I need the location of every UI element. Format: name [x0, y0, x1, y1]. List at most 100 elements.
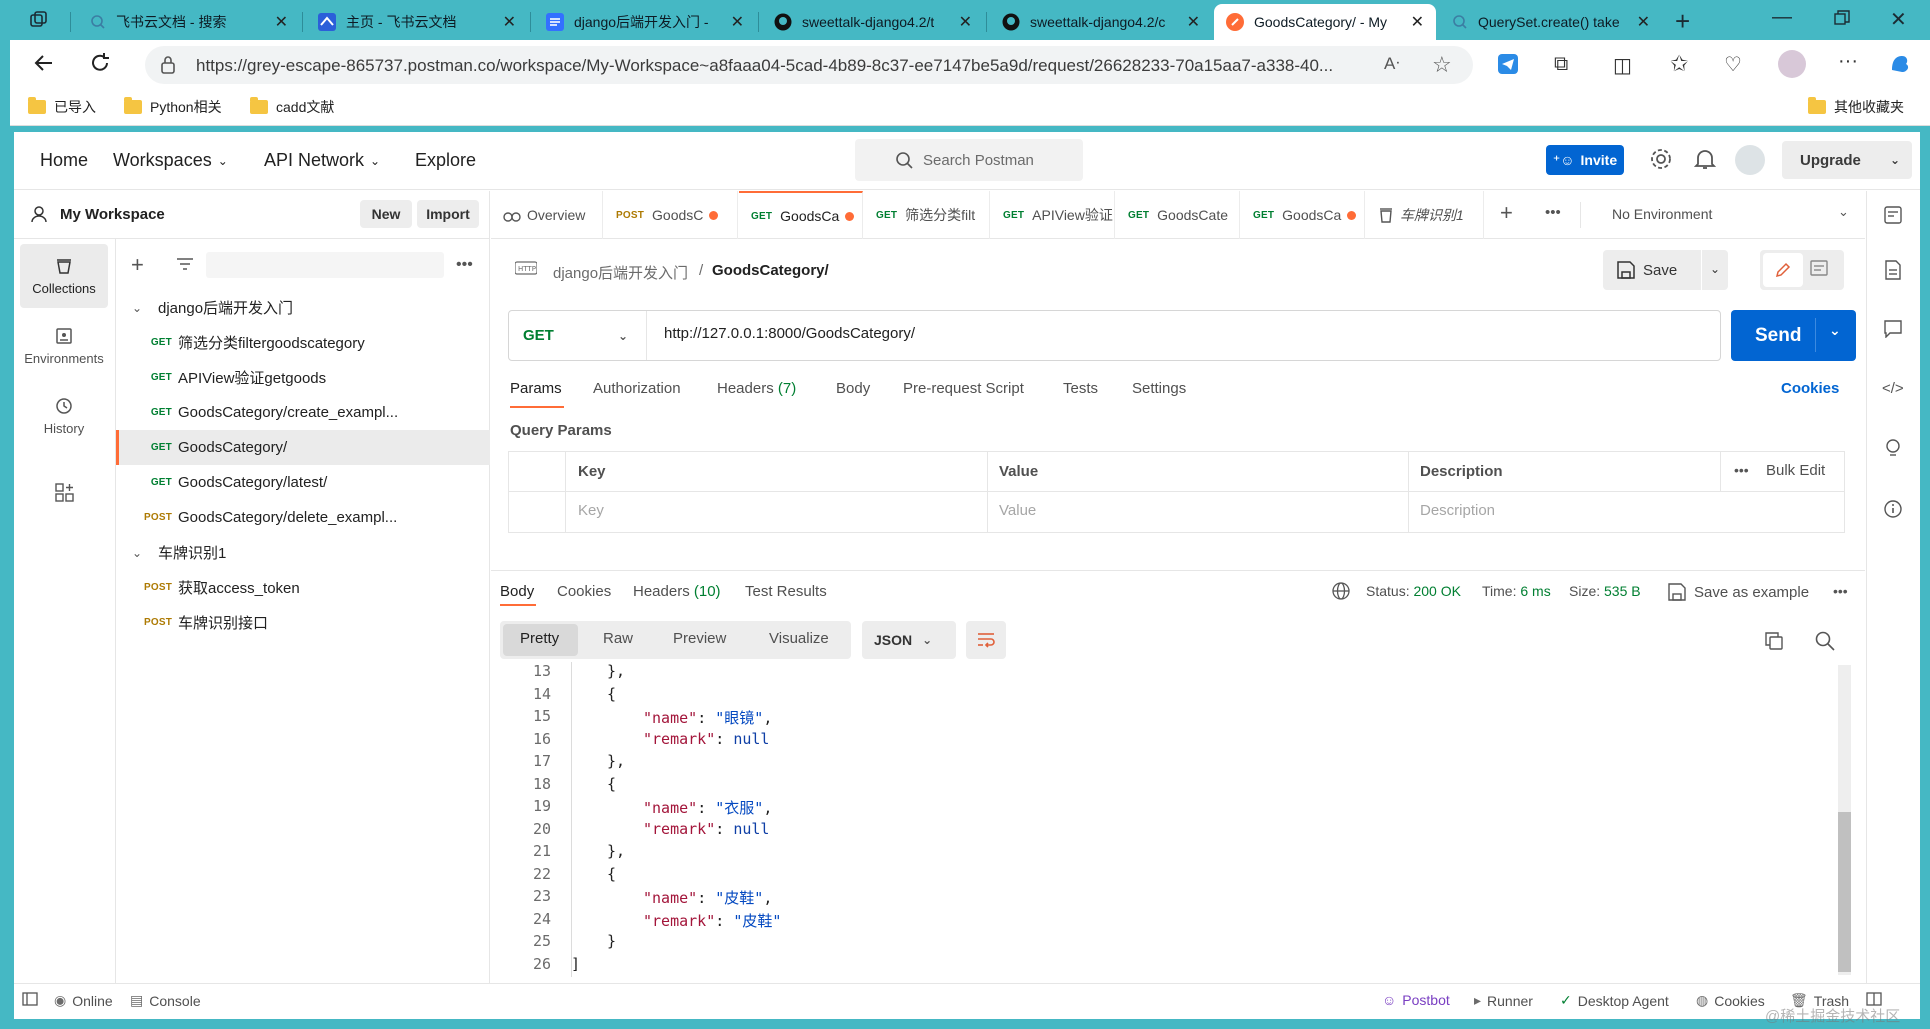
value-input[interactable]: Value — [999, 502, 1036, 519]
comments-icon[interactable] — [1884, 320, 1902, 338]
new-request-tab-icon[interactable]: + — [1500, 200, 1513, 226]
bookmark-folder-1[interactable]: Python相关 — [124, 97, 222, 117]
code-snippet-icon[interactable]: </> — [1882, 380, 1904, 397]
extensions-icon[interactable]: ⧉ — [1554, 53, 1568, 76]
scrollbar-thumb[interactable] — [1838, 812, 1851, 972]
cookies-button[interactable]: ◍ Cookies — [1696, 992, 1765, 1009]
notifications-bell-icon[interactable] — [1694, 147, 1716, 171]
close-icon[interactable]: ✕ — [1637, 12, 1650, 32]
bookmark-folder-2[interactable]: cadd文献 — [250, 97, 334, 117]
response-tab-test-results[interactable]: Test Results — [745, 583, 827, 600]
close-icon[interactable]: ✕ — [1187, 12, 1200, 32]
response-body-code[interactable]: 13}, 14 {15 "name": "眼镜", 16 "remark": null 17… — [491, 662, 1851, 982]
minimize-icon[interactable]: — — [1772, 6, 1792, 29]
browser-tab-0[interactable]: 飞书云文档 - 搜索 ✕ — [78, 4, 300, 40]
tab-options-icon[interactable]: ••• — [1545, 204, 1561, 221]
request-tab[interactable]: GET 筛选分类filt — [864, 191, 990, 239]
tab-pre-request-script[interactable]: Pre-request Script — [903, 380, 1024, 397]
chevron-down-icon[interactable]: ⌄ — [1838, 204, 1849, 220]
request-tab[interactable]: GET GoodsCa — [1241, 191, 1365, 239]
environment-selector[interactable]: No Environment — [1612, 206, 1712, 222]
restore-icon[interactable] — [1834, 10, 1850, 26]
request-item[interactable]: POST 车牌识别接口 — [116, 605, 490, 640]
more-actions-icon[interactable]: ••• — [456, 256, 473, 274]
search-postman[interactable]: Search Postman — [855, 139, 1083, 181]
key-input[interactable]: Key — [578, 502, 604, 519]
upgrade-button[interactable]: Upgrade ⌄ — [1782, 141, 1912, 179]
response-tab-cookies[interactable]: Cookies — [557, 583, 611, 600]
invite-button[interactable]: ⁺☺ Invite — [1546, 145, 1624, 175]
response-size[interactable]: Size: 535 B — [1569, 583, 1641, 599]
column-options-icon[interactable]: ••• — [1734, 462, 1749, 478]
console-button[interactable]: ▤ Console — [130, 992, 201, 1009]
response-more-icon[interactable]: ••• — [1833, 583, 1848, 599]
send-button[interactable]: Send ⌄ — [1731, 310, 1856, 361]
save-as-example-button[interactable]: Save as example — [1668, 583, 1809, 601]
breadcrumb-collection[interactable]: django后端开发入门 — [553, 262, 688, 283]
request-tab-active[interactable]: GET GoodsCa — [739, 191, 863, 239]
desktop-agent-button[interactable]: ✓ Desktop Agent — [1560, 992, 1669, 1009]
tab-actions-icon[interactable] — [28, 9, 50, 31]
documentation-icon[interactable] — [1885, 260, 1901, 280]
globe-icon[interactable] — [1332, 582, 1350, 600]
toggle-sidebar-icon[interactable] — [22, 992, 38, 1006]
ribbon-history[interactable]: History — [20, 384, 108, 448]
online-status[interactable]: ◉ Online — [54, 992, 113, 1009]
description-input[interactable]: Description — [1420, 502, 1495, 519]
close-icon[interactable]: ✕ — [275, 12, 288, 32]
close-icon[interactable]: ✕ — [731, 12, 744, 32]
copilot-icon[interactable] — [1888, 52, 1912, 76]
request-tab[interactable]: POST GoodsC — [604, 191, 738, 239]
new-button[interactable]: New — [360, 200, 412, 228]
request-url-input[interactable]: http://127.0.0.1:8000/GoodsCategory/ — [664, 325, 915, 342]
info-icon[interactable] — [1884, 500, 1902, 518]
request-tab[interactable]: GET APIView验证 — [991, 191, 1115, 239]
browser-tab-5[interactable]: GoodsCategory/ - My ✕ — [1214, 4, 1436, 40]
tab-params[interactable]: Params — [510, 380, 562, 397]
close-icon[interactable]: ✕ — [1411, 12, 1424, 32]
user-avatar[interactable] — [1735, 145, 1765, 175]
collection-folder[interactable]: ⌄ 车牌识别1 — [116, 535, 490, 570]
refresh-icon[interactable] — [88, 51, 112, 75]
tab-headers[interactable]: Headers (7) — [717, 380, 796, 397]
telegram-extension-icon[interactable] — [1498, 54, 1518, 74]
configure-sidebar-icon[interactable] — [55, 483, 75, 503]
tab-settings[interactable]: Settings — [1132, 380, 1186, 397]
copy-icon[interactable] — [1765, 632, 1783, 650]
response-status[interactable]: Status: 200 OK — [1366, 583, 1461, 599]
tab-body[interactable]: Body — [836, 380, 870, 397]
new-tab-icon[interactable]: + — [1675, 6, 1690, 37]
nav-explore[interactable]: Explore — [415, 150, 476, 171]
nav-api-network[interactable]: API Network ⌄ — [264, 150, 380, 171]
bookmark-folder-0[interactable]: 已导入 — [28, 97, 96, 117]
format-visualize[interactable]: Visualize — [769, 630, 829, 647]
request-item[interactable]: GET APIView验证getgoods — [116, 360, 490, 395]
save-button[interactable]: Save — [1603, 250, 1701, 290]
url-text[interactable]: https://grey-escape-865737.postman.co/wo… — [196, 56, 1366, 76]
response-tab-headers[interactable]: Headers (10) — [633, 583, 721, 600]
tab-tests[interactable]: Tests — [1063, 380, 1098, 397]
favorite-star-icon[interactable]: ☆ — [1432, 52, 1452, 78]
request-item[interactable]: POST 获取access_token — [116, 570, 490, 605]
tab-overview[interactable]: Overview — [491, 191, 603, 239]
environment-quicklook-icon[interactable] — [1884, 206, 1902, 224]
save-options-chevron[interactable]: ⌄ — [1702, 250, 1728, 290]
format-raw[interactable]: Raw — [603, 630, 633, 647]
settings-gear-icon[interactable] — [1649, 147, 1673, 171]
back-icon[interactable] — [32, 51, 56, 75]
request-item[interactable]: GET 筛选分类filtergoodscategory — [116, 325, 490, 360]
request-tab[interactable]: GET GoodsCate — [1116, 191, 1240, 239]
browser-tab-4[interactable]: sweettalk-django4.2/c ✕ — [990, 4, 1212, 40]
request-item[interactable]: GET GoodsCategory/create_exampl... — [116, 395, 490, 430]
request-item-selected[interactable]: GET GoodsCategory/ — [116, 430, 490, 465]
request-item[interactable]: POST GoodsCategory/delete_exampl... — [116, 500, 490, 535]
format-preview[interactable]: Preview — [673, 630, 726, 647]
filter-icon[interactable] — [176, 257, 194, 271]
tab-authorization[interactable]: Authorization — [593, 380, 681, 397]
ribbon-environments[interactable]: Environments — [20, 314, 108, 378]
browser-tab-6[interactable]: QuerySet.create() take ✕ — [1440, 4, 1662, 40]
request-tab-preview[interactable]: 车牌识别1 — [1366, 191, 1484, 239]
lock-icon[interactable] — [160, 55, 176, 75]
format-type-select[interactable]: JSON ⌄ — [862, 621, 956, 659]
profile-avatar[interactable] — [1778, 50, 1806, 78]
